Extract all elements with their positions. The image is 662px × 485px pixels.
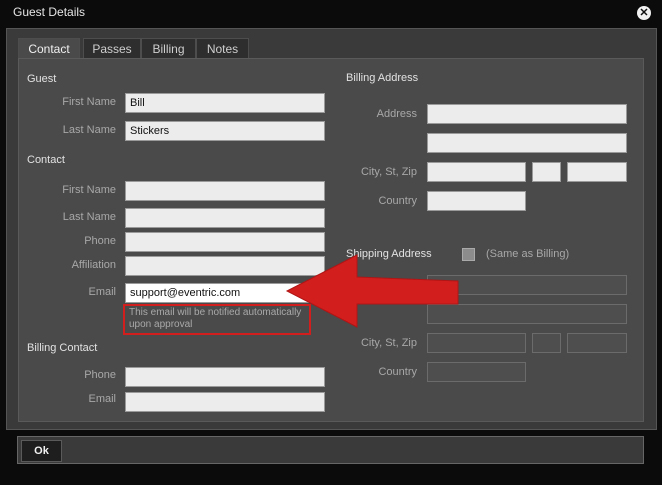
tab-passes[interactable]: Passes: [83, 38, 141, 58]
billing-contact-phone-label: Phone: [84, 369, 116, 381]
shipping-address-label: Address: [376, 279, 417, 291]
contact-phone-input[interactable]: [125, 232, 325, 252]
shipping-city-input[interactable]: [427, 333, 526, 353]
billing-country-label: Country: [378, 195, 417, 207]
billing-country-input[interactable]: [427, 191, 526, 211]
guest-section-title: Guest: [27, 73, 57, 85]
guest-first-name-input[interactable]: Bill: [125, 93, 325, 113]
contact-section-title: Contact: [27, 154, 65, 166]
billing-contact-section-title: Billing Contact: [27, 342, 98, 354]
contact-affiliation-label: Affiliation: [71, 259, 116, 271]
tab-contact[interactable]: Contact: [18, 38, 80, 58]
billing-address-line1-input[interactable]: [427, 104, 627, 124]
guest-last-name-input[interactable]: Stickers: [125, 121, 325, 141]
tab-billing[interactable]: Billing: [141, 38, 196, 58]
billing-address-label: Address: [376, 108, 417, 120]
billing-contact-email-input[interactable]: [125, 392, 325, 412]
ok-button[interactable]: Ok: [21, 440, 62, 462]
billing-zip-input[interactable]: [567, 162, 627, 182]
dialog-footer: [17, 436, 644, 464]
shipping-address-line2-input[interactable]: [427, 304, 627, 324]
contact-last-name-label: Last Name: [62, 211, 116, 223]
guest-last-name-label: Last Name: [62, 124, 116, 136]
contact-email-label: Email: [88, 286, 116, 298]
billing-state-input[interactable]: [532, 162, 561, 182]
contact-email-input[interactable]: support@eventric.com: [125, 283, 325, 303]
contact-first-name-label: First Name: [62, 184, 116, 196]
shipping-country-label: Country: [378, 366, 417, 378]
close-icon[interactable]: ✕: [637, 6, 651, 20]
contact-affiliation-input[interactable]: [125, 256, 325, 276]
shipping-state-input[interactable]: [532, 333, 561, 353]
contact-phone-label: Phone: [84, 235, 116, 247]
shipping-zip-input[interactable]: [567, 333, 627, 353]
guest-first-name-label: First Name: [62, 96, 116, 108]
contact-last-name-input[interactable]: [125, 208, 325, 228]
same-as-billing-label: (Same as Billing): [486, 248, 570, 260]
billing-contact-phone-input[interactable]: [125, 367, 325, 387]
email-notification-note: This email will be notified automaticall…: [123, 304, 311, 335]
shipping-address-section-title: Shipping Address: [346, 248, 432, 260]
billing-address-section-title: Billing Address: [346, 72, 419, 84]
shipping-city-label: City, St, Zip: [360, 337, 417, 349]
billing-city-label: City, St, Zip: [360, 166, 417, 178]
billing-city-input[interactable]: [427, 162, 526, 182]
same-as-billing-checkbox[interactable]: [462, 248, 475, 261]
tab-notes[interactable]: Notes: [196, 38, 249, 58]
billing-contact-email-label: Email: [88, 393, 116, 405]
shipping-address-line1-input[interactable]: [427, 275, 627, 295]
shipping-country-input[interactable]: [427, 362, 526, 382]
dialog-title: Guest Details: [13, 5, 86, 19]
contact-first-name-input[interactable]: [125, 181, 325, 201]
billing-address-line2-input[interactable]: [427, 133, 627, 153]
